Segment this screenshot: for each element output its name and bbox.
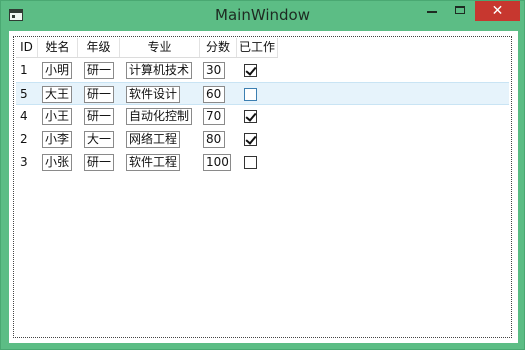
cell-id: 3 [20, 155, 28, 169]
cell-grade[interactable]: 研一 [84, 108, 114, 125]
cell-major[interactable]: 软件工程 [126, 154, 180, 171]
cell-name[interactable]: 小张 [42, 154, 72, 171]
table-row[interactable]: 1 小明 研一 计算机技术 30 [16, 59, 509, 82]
close-icon: ✕ [491, 3, 504, 19]
cell-major[interactable]: 网络工程 [126, 131, 180, 148]
cell-major[interactable]: 计算机技术 [126, 62, 192, 79]
column-header-id[interactable]: ID [16, 38, 38, 57]
column-header-employed[interactable]: 已工作 [237, 38, 278, 57]
cell-score[interactable]: 30 [203, 62, 225, 79]
title-bar[interactable]: MainWindow ✕ [1, 1, 524, 31]
employed-checkbox[interactable] [244, 110, 257, 123]
cell-score[interactable]: 60 [203, 86, 225, 103]
table-row-selected[interactable]: 5 大王 研一 软件设计 60 [16, 82, 509, 105]
table-row[interactable]: 3 小张 研一 软件工程 100 [16, 151, 509, 174]
cell-score[interactable]: 100 [203, 154, 231, 171]
cell-id: 4 [20, 109, 28, 123]
data-grid[interactable]: ID 姓名 年级 专业 分数 已工作 1 小明 研一 计算机技术 30 5 大王… [13, 36, 512, 338]
window-title: MainWindow [215, 6, 310, 24]
column-header-grade[interactable]: 年级 [78, 38, 120, 57]
main-window: MainWindow ✕ ID 姓名 年级 专业 分数 已工作 1 小明 研一 … [0, 0, 525, 350]
employed-checkbox[interactable] [244, 88, 257, 101]
cell-major[interactable]: 自动化控制 [126, 108, 192, 125]
close-button[interactable]: ✕ [475, 1, 520, 21]
cell-name[interactable]: 小王 [42, 108, 72, 125]
cell-grade[interactable]: 研一 [84, 86, 114, 103]
client-area: ID 姓名 年级 专业 分数 已工作 1 小明 研一 计算机技术 30 5 大王… [9, 31, 518, 343]
cell-id: 2 [20, 132, 28, 146]
cell-name[interactable]: 小李 [42, 131, 72, 148]
cell-id: 1 [20, 63, 28, 77]
cell-grade[interactable]: 大一 [84, 131, 114, 148]
cell-score[interactable]: 80 [203, 131, 225, 148]
column-header-score[interactable]: 分数 [200, 38, 237, 57]
cell-name[interactable]: 大王 [42, 86, 72, 103]
employed-checkbox[interactable] [244, 133, 257, 146]
cell-major[interactable]: 软件设计 [126, 86, 180, 103]
table-row[interactable]: 4 小王 研一 自动化控制 70 [16, 105, 509, 128]
employed-checkbox[interactable] [244, 64, 257, 77]
cell-name[interactable]: 小明 [42, 62, 72, 79]
maximize-button[interactable] [447, 1, 473, 21]
cell-id: 5 [20, 87, 28, 101]
column-header-name[interactable]: 姓名 [38, 38, 78, 57]
cell-score[interactable]: 70 [203, 108, 225, 125]
grid-header: ID 姓名 年级 专业 分数 已工作 [16, 38, 278, 58]
column-header-major[interactable]: 专业 [120, 38, 200, 57]
employed-checkbox[interactable] [244, 156, 257, 169]
cell-grade[interactable]: 研一 [84, 62, 114, 79]
maximize-icon [455, 6, 465, 14]
minimize-button[interactable] [419, 1, 445, 21]
cell-grade[interactable]: 研一 [84, 154, 114, 171]
minimize-icon [427, 11, 437, 13]
table-row[interactable]: 2 小李 大一 网络工程 80 [16, 128, 509, 151]
